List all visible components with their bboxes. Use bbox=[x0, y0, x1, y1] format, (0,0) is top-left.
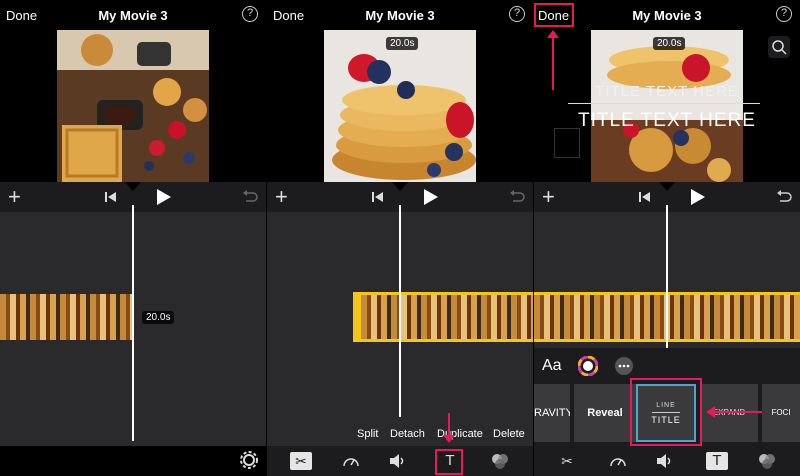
color-wheel-icon[interactable] bbox=[578, 356, 598, 376]
playhead-notch bbox=[125, 182, 141, 191]
title-style-gravity[interactable]: RAVITY bbox=[534, 384, 570, 442]
clip-thumbnails bbox=[0, 294, 133, 340]
video-clip[interactable] bbox=[0, 294, 133, 340]
top-bar: Done My Movie 3 ? bbox=[0, 0, 266, 30]
highlight-done-button bbox=[534, 3, 574, 27]
playhead-notch bbox=[659, 182, 675, 191]
more-icon[interactable] bbox=[614, 356, 634, 376]
split-button[interactable]: Split bbox=[357, 428, 378, 440]
video-preview: 20.0s bbox=[324, 30, 476, 182]
speed-icon[interactable] bbox=[342, 453, 360, 469]
video-preview: 20.0s bbox=[591, 30, 743, 182]
delete-button[interactable]: Delete bbox=[493, 428, 525, 440]
highlight-line-title bbox=[630, 378, 702, 446]
scissors-icon[interactable]: ✂ bbox=[290, 452, 312, 470]
text-icon[interactable]: T bbox=[706, 452, 728, 470]
play-icon[interactable] bbox=[691, 189, 705, 205]
arrow-head bbox=[443, 435, 455, 443]
help-icon[interactable]: ? bbox=[776, 6, 792, 22]
project-title: My Movie 3 bbox=[365, 8, 435, 23]
editor-panel-2: Done My Movie 3 ? 20.0s + Split Detach D… bbox=[267, 0, 533, 476]
arrow-to-done bbox=[552, 36, 554, 90]
plus-icon[interactable]: + bbox=[542, 184, 555, 210]
filter-icon[interactable] bbox=[491, 453, 509, 469]
undo-icon[interactable] bbox=[776, 189, 792, 205]
help-icon[interactable]: ? bbox=[242, 6, 258, 22]
arrow-head bbox=[706, 406, 715, 418]
undo-icon[interactable] bbox=[242, 189, 258, 205]
detach-button[interactable]: Detach bbox=[390, 428, 425, 440]
pancake-preview-image bbox=[591, 30, 743, 182]
pancake-preview-image bbox=[324, 30, 476, 182]
speed-icon[interactable] bbox=[609, 453, 627, 469]
clip-duration-badge: 20.0s bbox=[142, 311, 175, 324]
filter-icon[interactable] bbox=[758, 453, 776, 469]
play-icon[interactable] bbox=[424, 189, 438, 205]
clip-duration-badge: 20.0s bbox=[386, 37, 419, 50]
highlight-text-tool bbox=[435, 449, 463, 475]
clip-duration-badge: 20.0s bbox=[653, 37, 686, 50]
play-icon[interactable] bbox=[157, 189, 171, 205]
scissors-icon[interactable]: ✂ bbox=[557, 452, 577, 470]
bottom-toolbar: ✂ T bbox=[534, 446, 800, 476]
playhead[interactable] bbox=[132, 205, 134, 441]
gear-icon[interactable] bbox=[240, 451, 258, 469]
playhead-notch bbox=[392, 182, 408, 191]
volume-icon[interactable] bbox=[656, 453, 674, 469]
clip-thumbnails bbox=[361, 295, 533, 339]
editor-panel-1: Done My Movie 3 ? + 20.0s bbox=[0, 0, 266, 476]
arrow-head bbox=[547, 30, 559, 38]
bottom-toolbar bbox=[0, 446, 266, 476]
title-line bbox=[568, 103, 760, 104]
selected-video-clip[interactable] bbox=[353, 292, 533, 342]
plus-icon[interactable]: + bbox=[275, 184, 288, 210]
playhead[interactable] bbox=[666, 205, 668, 348]
arrow-to-line-title bbox=[714, 411, 762, 413]
volume-icon[interactable] bbox=[389, 453, 407, 469]
plus-icon[interactable]: + bbox=[8, 184, 21, 210]
arrow-to-text-tool bbox=[448, 413, 450, 437]
clip-marker bbox=[554, 128, 580, 158]
zoom-icon[interactable] bbox=[768, 36, 790, 58]
title-style-focus[interactable]: FOCI bbox=[762, 384, 800, 442]
bottom-toolbar: ✂ T bbox=[267, 446, 533, 476]
playhead[interactable] bbox=[399, 205, 401, 417]
title-style-reveal[interactable]: Reveal bbox=[574, 384, 636, 442]
editor-panel-3: Done My Movie 3 ? 20.0s TITLE TEXT HERE … bbox=[534, 0, 800, 476]
overlay-title-top: TITLE TEXT HERE bbox=[595, 83, 739, 100]
project-title: My Movie 3 bbox=[98, 8, 168, 23]
skip-back-icon[interactable] bbox=[105, 191, 117, 203]
font-button[interactable]: Aa bbox=[542, 357, 562, 375]
top-bar: Done My Movie 3 ? bbox=[267, 0, 533, 30]
food-preview-image bbox=[57, 30, 209, 182]
skip-back-icon[interactable] bbox=[372, 191, 384, 203]
help-icon[interactable]: ? bbox=[509, 6, 525, 22]
skip-back-icon[interactable] bbox=[639, 191, 651, 203]
undo-icon[interactable] bbox=[509, 189, 525, 205]
video-preview bbox=[57, 30, 209, 182]
overlay-title-bottom: TITLE TEXT HERE bbox=[578, 110, 756, 131]
